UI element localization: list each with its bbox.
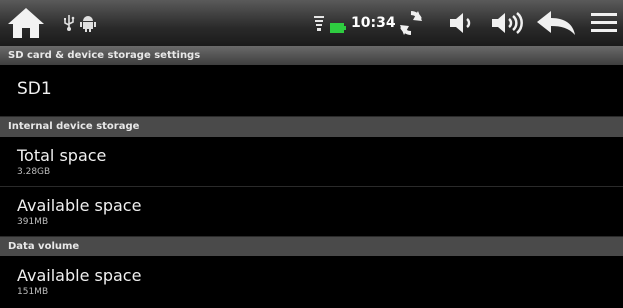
sd-card-item[interactable]: SD1 xyxy=(0,65,623,117)
total-space-value: 3.28GB xyxy=(17,167,51,177)
home-icon xyxy=(8,8,44,38)
refresh-button[interactable] xyxy=(396,8,426,38)
back-icon xyxy=(537,11,575,35)
battery-icon xyxy=(330,18,346,33)
page-title: SD card & device storage settings xyxy=(0,46,623,65)
back-button[interactable] xyxy=(535,8,577,38)
refresh-icon xyxy=(400,11,422,35)
clock: 10:34 xyxy=(351,15,396,31)
data-available-space-label: Available space xyxy=(17,266,142,285)
volume-up-icon xyxy=(492,12,523,34)
volume-down-button[interactable] xyxy=(446,8,476,38)
wifi-icon xyxy=(312,15,326,31)
total-space-label: Total space xyxy=(17,146,107,165)
section-header-data-volume: Data volume xyxy=(0,237,623,256)
android-debug-icon xyxy=(80,14,96,32)
volume-up-button[interactable] xyxy=(488,8,526,38)
usb-icon xyxy=(60,14,78,32)
data-available-space-value: 151MB xyxy=(17,287,49,297)
available-space-label: Available space xyxy=(17,196,142,215)
available-space-item: Available space 391MB xyxy=(0,187,623,237)
section-header-internal-storage: Internal device storage xyxy=(0,117,623,137)
volume-down-icon xyxy=(450,13,471,33)
available-space-value: 391MB xyxy=(17,217,49,227)
menu-icon xyxy=(591,13,617,32)
status-bar: 10:34 xyxy=(0,0,623,46)
data-available-space-item: Available space 151MB xyxy=(0,256,623,308)
total-space-item: Total space 3.28GB xyxy=(0,137,623,187)
home-button[interactable] xyxy=(6,6,46,40)
screen: 10:34 SD card & device storage settings … xyxy=(0,0,623,308)
sd-card-label: SD1 xyxy=(17,79,52,99)
menu-button[interactable] xyxy=(589,8,619,38)
